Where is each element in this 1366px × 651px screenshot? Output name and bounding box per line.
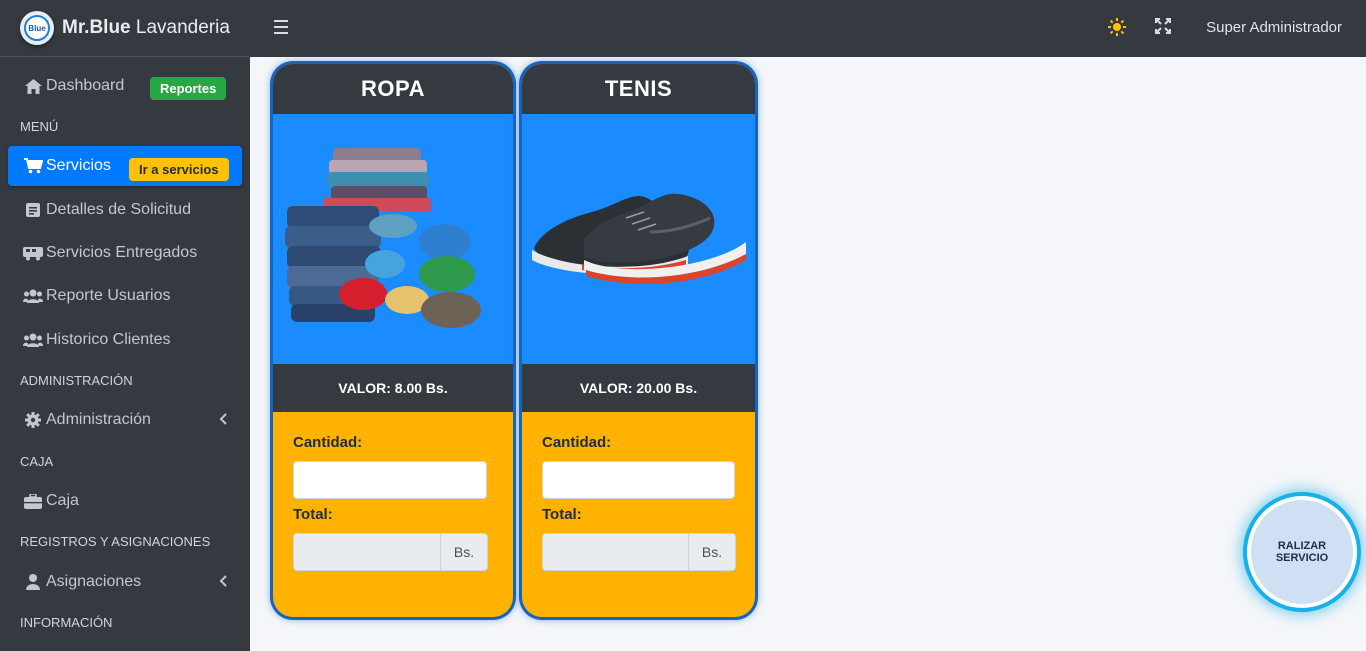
currency-addon: Bs. bbox=[689, 533, 736, 571]
sidebar-item-label: Reporte Usuarios bbox=[46, 287, 171, 304]
sidebar-item-label: Dashboard bbox=[46, 77, 125, 94]
hamburger-icon[interactable] bbox=[274, 20, 288, 34]
sidebar-item-label: Asignaciones bbox=[46, 573, 142, 590]
sidebar: Blue Mr.Blue Lavanderia Dashboard Report… bbox=[0, 0, 250, 651]
service-card-ropa: ROPA VALOR: 8.00 Bs. Cantidad: Total: Bs… bbox=[273, 64, 513, 617]
sneakers-image bbox=[522, 114, 755, 364]
realizar-servicio-button[interactable]: RALIZAR SERVICIO bbox=[1247, 496, 1357, 608]
nav-header-informacion: INFORMACIÓN bbox=[20, 615, 113, 630]
nav-header-administracion: ADMINISTRACIÓN bbox=[20, 373, 133, 388]
home-icon bbox=[23, 78, 43, 94]
sidebar-item-label: Servicios bbox=[46, 157, 111, 174]
sun-icon[interactable] bbox=[1108, 18, 1126, 41]
file-icon bbox=[23, 203, 43, 217]
briefcase-icon bbox=[23, 493, 43, 509]
sidebar-item-label: Detalles de Solicitud bbox=[46, 201, 191, 218]
gear-icon bbox=[23, 412, 43, 428]
brand[interactable]: Blue Mr.Blue Lavanderia bbox=[0, 0, 250, 57]
reportes-badge[interactable]: Reportes bbox=[150, 77, 227, 100]
brand-name: Mr.Blue Lavanderia bbox=[62, 17, 230, 39]
users-icon bbox=[23, 333, 43, 347]
cantidad-input[interactable] bbox=[293, 461, 487, 499]
brand-name-bold: Mr.Blue bbox=[62, 17, 131, 38]
users-icon bbox=[23, 289, 43, 303]
sidebar-item-administracion[interactable]: Administración bbox=[8, 400, 242, 440]
sidebar-item-reporte-usuarios[interactable]: Reporte Usuarios bbox=[8, 276, 242, 316]
total-label: Total: bbox=[293, 506, 333, 523]
card-title: ROPA bbox=[273, 64, 513, 114]
nav-header-menu: MENÚ bbox=[20, 119, 59, 134]
ir-a-servicios-badge[interactable]: Ir a servicios bbox=[129, 158, 229, 181]
total-input bbox=[293, 533, 441, 571]
nav-header-caja: CAJA bbox=[20, 454, 54, 469]
sidebar-item-label: Administración bbox=[46, 411, 151, 428]
total-field: Bs. bbox=[542, 533, 736, 571]
card-form: Cantidad: Total: Bs. bbox=[522, 412, 755, 571]
cantidad-label: Cantidad: bbox=[293, 434, 363, 451]
nav-header-registros: REGISTROS Y ASIGNACIONES bbox=[20, 534, 211, 549]
sidebar-item-detalles-solicitud[interactable]: Detalles de Solicitud bbox=[8, 190, 242, 230]
user-icon bbox=[23, 574, 43, 590]
brand-logo: Blue bbox=[20, 11, 54, 45]
expand-icon[interactable] bbox=[1155, 18, 1171, 39]
card-title: TENIS bbox=[522, 64, 755, 114]
card-price: VALOR: 20.00 Bs. bbox=[522, 364, 755, 412]
sidebar-item-historico-clientes[interactable]: Historico Clientes bbox=[8, 320, 242, 360]
cart-icon bbox=[23, 158, 43, 174]
cantidad-input[interactable] bbox=[542, 461, 735, 499]
card-form: Cantidad: Total: Bs. bbox=[273, 412, 513, 571]
sidebar-item-label: Historico Clientes bbox=[46, 331, 171, 348]
sidebar-item-servicios-entregados[interactable]: Servicios Entregados bbox=[8, 233, 242, 273]
topbar: Super Administrador bbox=[250, 0, 1366, 57]
sidebar-item-label: Caja bbox=[46, 492, 79, 509]
sidebar-item-label: Servicios Entregados bbox=[46, 244, 198, 261]
currency-addon: Bs. bbox=[441, 533, 488, 571]
total-field: Bs. bbox=[293, 533, 488, 571]
truck-icon bbox=[23, 246, 43, 261]
card-price: VALOR: 8.00 Bs. bbox=[273, 364, 513, 412]
chevron-left-icon bbox=[219, 574, 227, 590]
service-card-tenis: TENIS VALOR: 20.00 Bs. Cantidad: Total: … bbox=[522, 64, 755, 617]
sidebar-item-caja[interactable]: Caja bbox=[8, 481, 242, 521]
cantidad-label: Cantidad: bbox=[542, 434, 612, 451]
brand-logo-text: Blue bbox=[24, 15, 50, 41]
user-menu[interactable]: Super Administrador bbox=[1206, 19, 1342, 36]
brand-name-rest: Lavanderia bbox=[135, 17, 230, 38]
chevron-left-icon bbox=[219, 412, 227, 428]
total-label: Total: bbox=[542, 506, 582, 523]
total-input bbox=[542, 533, 689, 571]
clothes-pile-image bbox=[273, 114, 513, 364]
sidebar-item-asignaciones[interactable]: Asignaciones bbox=[8, 562, 242, 602]
